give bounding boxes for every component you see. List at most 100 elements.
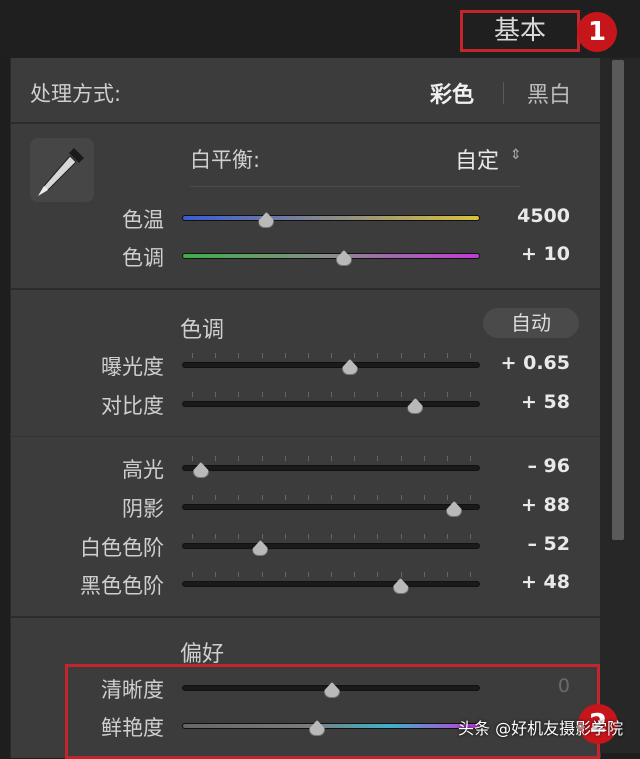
slider-label: 色调 (122, 246, 164, 270)
slider-tick (377, 392, 379, 397)
eyedropper-icon[interactable] (30, 138, 94, 202)
tone-group-divider (10, 436, 600, 437)
treatment-color-button[interactable]: 彩色 (430, 77, 474, 109)
slider-label: 白色色阶 (80, 536, 164, 560)
slider-tick (238, 572, 240, 577)
slider-tick (238, 353, 240, 358)
slider-tick (192, 353, 193, 358)
slider-ticks (192, 456, 471, 461)
slider-tick (354, 353, 356, 358)
slider-label: 色温 (122, 208, 164, 232)
slider-tick (192, 534, 193, 539)
slider-ticks (192, 495, 471, 500)
slider-tick (215, 353, 217, 358)
slider-tick (470, 353, 471, 358)
slider-tick (192, 392, 193, 397)
slider-tick (331, 534, 332, 539)
slider-tick (446, 572, 448, 577)
slider-tick (307, 572, 309, 577)
slider-tick (400, 534, 402, 539)
scrollbar-thumb[interactable] (612, 60, 624, 540)
slider-track[interactable] (182, 215, 480, 221)
slider-tick (307, 456, 309, 461)
slider-track[interactable] (182, 465, 480, 471)
slider-tick (377, 572, 379, 577)
highlight-box (65, 664, 600, 759)
slider-tick (215, 392, 217, 397)
section-divider (10, 288, 600, 290)
tone-heading: 色调 (180, 318, 225, 343)
slider-tick (446, 495, 448, 500)
slider-tick (261, 534, 263, 539)
slider-tick (470, 456, 471, 461)
slider-tick (331, 392, 332, 397)
slider-tick (331, 572, 332, 577)
slider-tick (192, 572, 193, 577)
slider-tick (307, 353, 309, 358)
slider-tick (377, 534, 379, 539)
slider-tick (261, 392, 263, 397)
slider-tick (400, 572, 402, 577)
slider-track[interactable] (182, 253, 480, 259)
slider-track[interactable] (182, 504, 480, 510)
slider-tick (470, 534, 471, 539)
slider-tick (423, 392, 425, 397)
slider-tick (377, 456, 379, 461)
section-divider (10, 122, 600, 124)
slider-tick (354, 392, 356, 397)
slider-tick (284, 495, 286, 500)
slider-tick (354, 534, 356, 539)
white-balance-label: 白平衡: (190, 148, 261, 172)
slider-tick (423, 353, 425, 358)
slider-tick (377, 495, 379, 500)
slider-tick (377, 353, 379, 358)
slider-tick (215, 572, 217, 577)
slider-tick (307, 495, 309, 500)
slider-tick (238, 534, 240, 539)
slider-value: + 48 (521, 571, 570, 593)
slider-tick (423, 456, 425, 461)
panel-title-basic[interactable]: 基本 (460, 10, 580, 52)
slider-ticks (192, 353, 471, 358)
slider-track[interactable] (182, 543, 480, 549)
slider-tick (284, 456, 286, 461)
treatment-separator (503, 82, 504, 104)
slider-tick (423, 572, 425, 577)
slider-value: + 58 (521, 391, 570, 413)
slider-tick (400, 495, 402, 500)
slider-tick (400, 353, 402, 358)
slider-tick (284, 534, 286, 539)
slider-tick (331, 353, 332, 358)
slider-tick (423, 495, 425, 500)
slider-track[interactable] (182, 362, 480, 368)
slider-tick (261, 456, 263, 461)
slider-tick (331, 495, 332, 500)
slider-label: 阴影 (122, 497, 164, 521)
slider-tick (354, 572, 356, 577)
treatment-bw-button[interactable]: 黑白 (527, 77, 571, 109)
white-balance-preset-select[interactable]: 自定 (455, 143, 499, 175)
watermark-text: 头条 @好机友摄影学院 (458, 719, 624, 738)
slider-label: 曝光度 (101, 355, 164, 379)
slider-label: 黑色色阶 (80, 574, 164, 598)
slider-ticks (192, 534, 471, 539)
slider-track[interactable] (182, 581, 480, 587)
slider-tick (446, 392, 448, 397)
slider-tick (238, 495, 240, 500)
auto-tone-button[interactable]: 自动 (483, 308, 579, 338)
slider-tick (284, 353, 286, 358)
slider-tick (215, 456, 217, 461)
slider-tick (284, 572, 286, 577)
slider-tick (423, 534, 425, 539)
slider-tick (331, 456, 332, 461)
slider-tick (307, 534, 309, 539)
basic-panel (10, 58, 601, 758)
slider-tick (470, 392, 471, 397)
section-divider (10, 616, 600, 618)
slider-tick (215, 534, 217, 539)
callout-badge-1: 1 (577, 12, 617, 52)
slider-value: 4500 (517, 205, 570, 227)
slider-tick (470, 572, 471, 577)
slider-track[interactable] (182, 401, 480, 407)
slider-tick (446, 534, 448, 539)
